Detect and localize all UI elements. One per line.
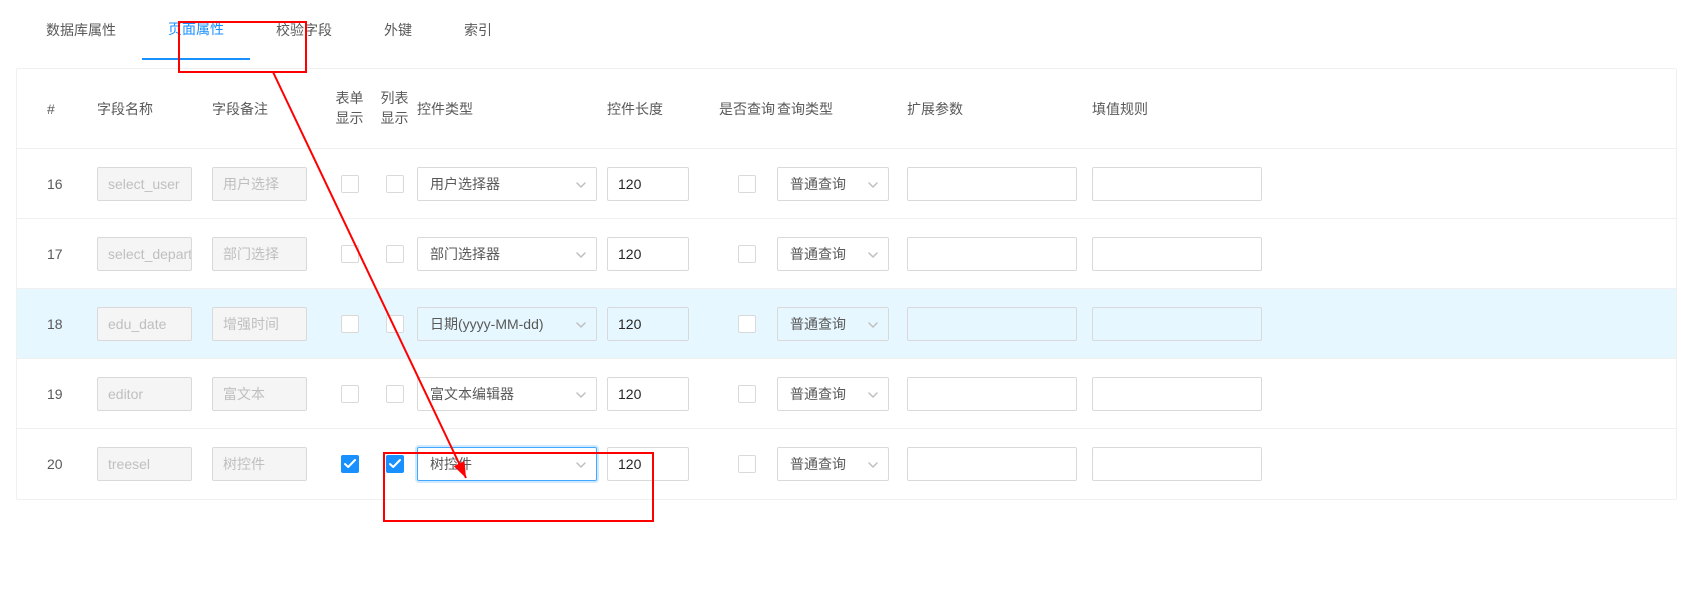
- table: # 字段名称 字段备注 表单显示 列表显示 控件类型 控件长度 是否查询 查询类…: [16, 68, 1677, 500]
- field-name-input[interactable]: editor: [97, 377, 192, 411]
- form-show-checkbox[interactable]: [341, 455, 359, 473]
- th-fieldname: 字段名称: [97, 99, 212, 119]
- th-isquery: 是否查询: [717, 99, 777, 119]
- tab-3[interactable]: 外键: [358, 0, 438, 60]
- fill-rule-input[interactable]: [1092, 447, 1262, 481]
- cell-num: 19: [27, 386, 97, 402]
- control-type-select[interactable]: 富文本编辑器: [417, 377, 597, 411]
- chevron-down-icon: [576, 317, 586, 331]
- field-remark-input[interactable]: 富文本: [212, 377, 307, 411]
- th-fillrule: 填值规则: [1092, 99, 1277, 119]
- control-type-select[interactable]: 用户选择器: [417, 167, 597, 201]
- cell-num: 18: [27, 316, 97, 332]
- field-remark-input[interactable]: 树控件: [212, 447, 307, 481]
- chevron-down-icon: [576, 457, 586, 471]
- fill-rule-input[interactable]: [1092, 377, 1262, 411]
- control-len-input[interactable]: 120: [607, 307, 689, 341]
- table-header: # 字段名称 字段备注 表单显示 列表显示 控件类型 控件长度 是否查询 查询类…: [17, 69, 1676, 149]
- form-show-checkbox[interactable]: [341, 245, 359, 263]
- th-listshow: 列表显示: [372, 89, 417, 128]
- cell-num: 16: [27, 176, 97, 192]
- control-len-input[interactable]: 120: [607, 377, 689, 411]
- chevron-down-icon: [868, 177, 878, 191]
- table-row: 20treesel 树控件 树控件 120 普通查询: [17, 429, 1676, 499]
- field-name-input[interactable]: select_user: [97, 167, 192, 201]
- table-row: 17select_depart 部门选择 部门选择器 120 普通查询: [17, 219, 1676, 289]
- form-show-checkbox[interactable]: [341, 385, 359, 403]
- th-formshow: 表单显示: [327, 89, 372, 128]
- list-show-checkbox[interactable]: [386, 385, 404, 403]
- is-query-checkbox[interactable]: [738, 175, 756, 193]
- query-type-select[interactable]: 普通查询: [777, 167, 889, 201]
- control-len-input[interactable]: 120: [607, 167, 689, 201]
- field-name-input[interactable]: treesel: [97, 447, 192, 481]
- list-show-checkbox[interactable]: [386, 175, 404, 193]
- list-show-checkbox[interactable]: [386, 315, 404, 333]
- query-type-select[interactable]: 普通查询: [777, 237, 889, 271]
- form-show-checkbox[interactable]: [341, 315, 359, 333]
- control-len-input[interactable]: 120: [607, 237, 689, 271]
- list-show-checkbox[interactable]: [386, 455, 404, 473]
- is-query-checkbox[interactable]: [738, 315, 756, 333]
- fill-rule-input[interactable]: [1092, 307, 1262, 341]
- ext-param-input[interactable]: [907, 237, 1077, 271]
- field-remark-input[interactable]: 用户选择: [212, 167, 307, 201]
- field-name-input[interactable]: select_depart: [97, 237, 192, 271]
- fill-rule-input[interactable]: [1092, 167, 1262, 201]
- th-controllen: 控件长度: [607, 99, 717, 119]
- chevron-down-icon: [868, 247, 878, 261]
- th-num: #: [27, 101, 97, 117]
- is-query-checkbox[interactable]: [738, 385, 756, 403]
- cell-num: 20: [27, 456, 97, 472]
- field-remark-input[interactable]: 部门选择: [212, 237, 307, 271]
- ext-param-input[interactable]: [907, 307, 1077, 341]
- list-show-checkbox[interactable]: [386, 245, 404, 263]
- field-remark-input[interactable]: 增强时间: [212, 307, 307, 341]
- query-type-select[interactable]: 普通查询: [777, 307, 889, 341]
- query-type-select[interactable]: 普通查询: [777, 377, 889, 411]
- chevron-down-icon: [868, 457, 878, 471]
- query-type-select[interactable]: 普通查询: [777, 447, 889, 481]
- fill-rule-input[interactable]: [1092, 237, 1262, 271]
- chevron-down-icon: [868, 317, 878, 331]
- th-fieldremark: 字段备注: [212, 99, 327, 119]
- tabs: 数据库属性页面属性校验字段外键索引: [0, 0, 1693, 60]
- th-extparam: 扩展参数: [907, 99, 1092, 119]
- tab-4[interactable]: 索引: [438, 0, 518, 60]
- field-name-input[interactable]: edu_date: [97, 307, 192, 341]
- control-len-input[interactable]: 120: [607, 447, 689, 481]
- is-query-checkbox[interactable]: [738, 245, 756, 263]
- tab-1[interactable]: 页面属性: [142, 0, 250, 60]
- table-row: 18edu_date 增强时间 日期(yyyy-MM-dd) 120 普通查询: [17, 289, 1676, 359]
- chevron-down-icon: [576, 247, 586, 261]
- table-row: 16select_user 用户选择 用户选择器 120 普通查询: [17, 149, 1676, 219]
- ext-param-input[interactable]: [907, 447, 1077, 481]
- ext-param-input[interactable]: [907, 167, 1077, 201]
- form-show-checkbox[interactable]: [341, 175, 359, 193]
- chevron-down-icon: [868, 387, 878, 401]
- control-type-select[interactable]: 树控件: [417, 447, 597, 481]
- is-query-checkbox[interactable]: [738, 455, 756, 473]
- tab-0[interactable]: 数据库属性: [20, 0, 142, 60]
- ext-param-input[interactable]: [907, 377, 1077, 411]
- table-row: 19editor 富文本 富文本编辑器 120 普通查询: [17, 359, 1676, 429]
- cell-num: 17: [27, 246, 97, 262]
- th-controltype: 控件类型: [417, 99, 607, 119]
- control-type-select[interactable]: 部门选择器: [417, 237, 597, 271]
- tab-2[interactable]: 校验字段: [250, 0, 358, 60]
- chevron-down-icon: [576, 387, 586, 401]
- chevron-down-icon: [576, 177, 586, 191]
- th-querytype: 查询类型: [777, 99, 907, 119]
- control-type-select[interactable]: 日期(yyyy-MM-dd): [417, 307, 597, 341]
